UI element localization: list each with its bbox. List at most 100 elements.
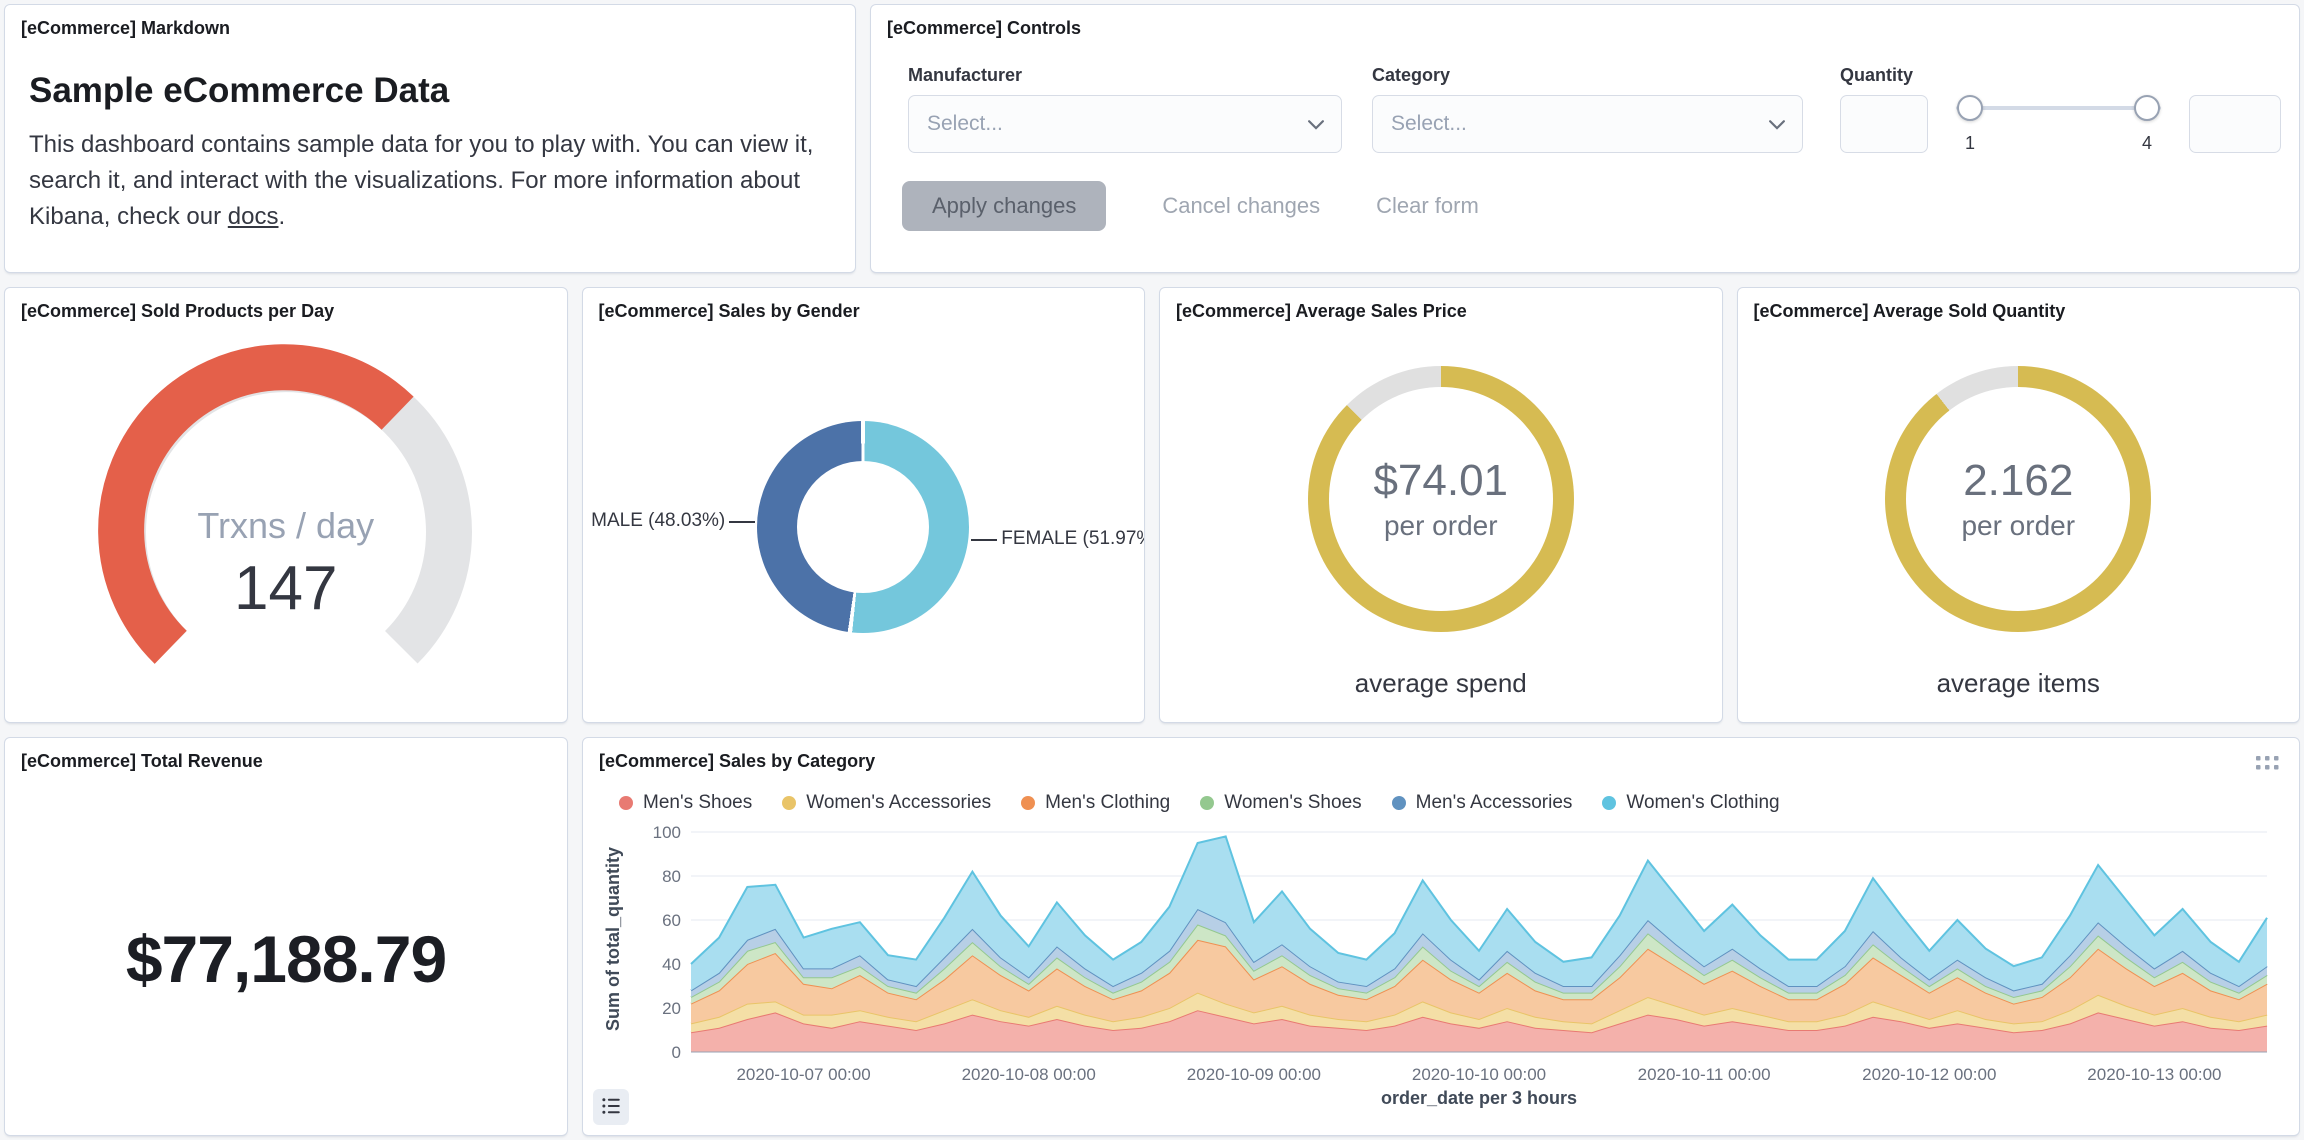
svg-text:60: 60 <box>662 911 681 930</box>
panel-sales-by-category: [eCommerce] Sales by Category Men's Shoe… <box>582 737 2300 1137</box>
legend-color-dot <box>1021 796 1036 811</box>
chevron-down-icon <box>1766 113 1788 135</box>
legend-label: Men's Shoes <box>643 792 753 814</box>
gauge-metric-label: Trxns / day <box>197 505 375 547</box>
list-icon <box>601 1096 621 1119</box>
svg-text:40: 40 <box>662 955 681 974</box>
panel-sales-by-gender: [eCommerce] Sales by Gender MALE (48.03%… <box>581 287 1145 724</box>
quantity-sub-label: per order <box>1961 510 2076 542</box>
quantity-slider-max-thumb[interactable] <box>2134 95 2160 121</box>
manufacturer-select[interactable]: Select... <box>908 95 1342 153</box>
panel-title: [eCommerce] Sold Products per Day <box>21 301 335 322</box>
legend-label: Men's Clothing <box>1045 792 1171 814</box>
docs-link[interactable]: docs <box>228 203 279 230</box>
quantity-ring-text: 2.162 per order <box>1885 366 2151 632</box>
quantity-slider-min-thumb[interactable] <box>1957 95 1983 121</box>
panel-options-icon[interactable] <box>2253 752 2283 774</box>
female-slice-line <box>971 539 998 542</box>
quantity-min-input[interactable] <box>1840 95 1928 153</box>
quantity-slider-track[interactable] <box>1956 106 2161 110</box>
panel-total-revenue: [eCommerce] Total Revenue $77,188.79 <box>4 737 568 1137</box>
quantity-goal-body: 2.162 per order average items <box>1738 332 2300 722</box>
quantity-label: Quantity <box>1840 65 1914 85</box>
legend-item[interactable]: Men's Clothing <box>1021 792 1170 814</box>
legend-toggle-button[interactable] <box>593 1089 629 1126</box>
legend-color-dot <box>782 796 797 811</box>
panel-average-sales-price: [eCommerce] Average Sales Price $74.01 p… <box>1159 287 1723 724</box>
gauge-metric-value: 147 <box>234 554 338 624</box>
price-ring-text: $74.01 per order <box>1308 366 1574 632</box>
legend-item[interactable]: Women's Shoes <box>1200 792 1362 814</box>
panel-sold-products-per-day: [eCommerce] Sold Products per Day Trxns … <box>4 287 568 724</box>
gauge-body: Trxns / day 147 <box>5 332 567 722</box>
price-sub-label: per order <box>1383 510 1498 542</box>
svg-text:0: 0 <box>672 1043 681 1062</box>
legend-color-dot <box>619 796 633 811</box>
gauge-text: Trxns / day 147 <box>51 505 521 624</box>
y-axis-title: Sum of total_quantity <box>603 847 623 1032</box>
svg-text:2020-10-12 00:00: 2020-10-12 00:00 <box>1862 1065 1996 1084</box>
panel-average-sold-quantity: [eCommerce] Average Sold Quantity 2.162 … <box>1736 287 2300 724</box>
select-placeholder: Select... <box>927 112 1003 135</box>
quantity-max-value: 4 <box>2141 133 2152 153</box>
clear-form-button[interactable]: Clear form <box>1376 193 1479 219</box>
panel-controls: [eCommerce] Controls Manufacturer Select… <box>870 4 2300 274</box>
price-ring: $74.01 per order <box>1307 366 1574 633</box>
legend-color-dot <box>1200 796 1215 811</box>
quantity-min-value: 1 <box>1964 133 1975 153</box>
male-slice-line <box>729 521 756 524</box>
legend-item[interactable]: Men's Accessories <box>1391 792 1573 814</box>
revenue-body: $77,188.79 <box>5 782 567 1135</box>
svg-text:80: 80 <box>662 867 681 886</box>
category-area-chart: 0 20 40 60 80 100 2020-10-07 00:00 2020-10-08 0… <box>653 826 2268 1084</box>
apply-changes-button[interactable]: Apply changes <box>902 181 1107 231</box>
legend-label: Women's Accessories <box>806 792 992 814</box>
svg-text:2020-10-07 00:00: 2020-10-07 00:00 <box>736 1065 870 1084</box>
markdown-heading: Sample eCommerce Data <box>29 71 450 110</box>
chevron-down-icon <box>1305 113 1327 135</box>
quantity-value: 2.162 <box>1963 456 2074 506</box>
category-legend: Men's Shoes Women's Accessories Men's Clot… <box>619 792 1780 814</box>
category-select[interactable]: Select... <box>1372 95 1803 153</box>
category-label: Category <box>1372 65 1451 85</box>
panel-title: [eCommerce] Markdown <box>21 18 231 38</box>
gender-donut[interactable] <box>757 421 970 634</box>
svg-text:2020-10-11 00:00: 2020-10-11 00:00 <box>1638 1065 1771 1084</box>
manufacturer-label: Manufacturer <box>908 65 1023 85</box>
quantity-caption: average items <box>1936 668 2100 699</box>
legend-item[interactable]: Women's Accessories <box>782 792 991 814</box>
panel-markdown: [eCommerce] Markdown Sample eCommerce Da… <box>4 4 856 274</box>
markdown-body: Sample eCommerce Data This dashboard con… <box>5 39 855 235</box>
legend-color-dot <box>1602 796 1617 811</box>
x-axis-title: order_date per 3 hours <box>1380 1088 1578 1109</box>
panel-title: [eCommerce] Average Sold Quantity <box>1753 301 2066 322</box>
legend-color-dot <box>1391 796 1406 811</box>
panel-title: [eCommerce] Average Sales Price <box>1176 301 1467 322</box>
female-slice-label: FEMALE (51.97%) <box>1001 528 1145 550</box>
svg-text:20: 20 <box>662 999 681 1018</box>
controls-body: Manufacturer Select... Category Select..… <box>871 5 2299 272</box>
select-placeholder: Select... <box>1391 112 1467 135</box>
legend-label: Men's Accessories <box>1415 792 1573 814</box>
price-value: $74.01 <box>1373 456 1509 506</box>
cancel-changes-button[interactable]: Cancel changes <box>1162 193 1320 219</box>
category-chart-area: Sum of total_quantity 0 20 40 60 80 100 2020-1… <box>597 826 2285 1126</box>
dashboard: [eCommerce] Markdown Sample eCommerce Da… <box>0 0 2304 1140</box>
svg-text:2020-10-13 00:00: 2020-10-13 00:00 <box>2087 1065 2221 1084</box>
revenue-metric-value: $77,188.79 <box>125 921 447 996</box>
legend-item[interactable]: Women's Clothing <box>1602 792 1780 814</box>
legend-label: Women's Clothing <box>1626 792 1780 814</box>
markdown-text-1: This dashboard contains sample data for … <box>29 131 814 230</box>
gauge-chart: Trxns / day 147 <box>51 327 521 722</box>
price-caption: average spend <box>1354 668 1527 699</box>
row-middle: [eCommerce] Sold Products per Day Trxns … <box>4 287 2300 724</box>
panel-title: [eCommerce] Sales by Gender <box>598 301 860 322</box>
panel-title: [eCommerce] Total Revenue <box>21 751 263 772</box>
legend-item[interactable]: Men's Shoes <box>619 792 752 814</box>
svg-text:2020-10-09 00:00: 2020-10-09 00:00 <box>1187 1065 1321 1084</box>
legend-label: Women's Shoes <box>1224 792 1362 814</box>
row-top: [eCommerce] Markdown Sample eCommerce Da… <box>4 4 2300 274</box>
quantity-max-input[interactable] <box>2189 95 2281 153</box>
markdown-text-2: . <box>278 203 286 230</box>
markdown-paragraph: This dashboard contains sample data for … <box>29 127 829 235</box>
